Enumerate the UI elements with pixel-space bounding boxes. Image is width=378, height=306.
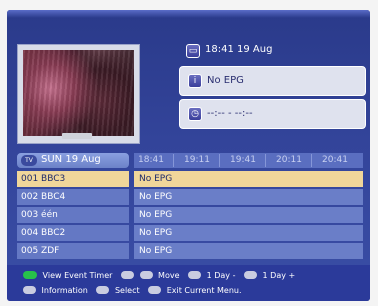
time-slot[interactable]: 19:11	[180, 154, 220, 167]
program-cell[interactable]: No EPG	[134, 189, 363, 205]
channel-row[interactable]: 001 BBC3 No EPG	[17, 171, 363, 187]
channel-row[interactable]: 005 ZDF No EPG	[17, 243, 363, 259]
right-arrow-key-icon	[139, 270, 153, 279]
epg-screen: ▭ 18:41 19 Aug i No EPG ◷ --:-- - --:-- …	[7, 10, 370, 301]
time-slots-bar: 18:41 19:11 19:41 20:11 20:41	[134, 153, 363, 168]
channel-name[interactable]: 004 BBC2	[17, 225, 129, 241]
help-view-event-timer-label: View Event Timer	[42, 271, 113, 280]
guide-date-label: SUN 19 Aug	[41, 154, 101, 165]
channel-name[interactable]: 002 BBC4	[17, 189, 129, 205]
help-view-event-timer[interactable]: View Event Timer	[23, 270, 113, 280]
clock-icon: ◷	[188, 107, 202, 121]
channel-row[interactable]: 002 BBC4 No EPG	[17, 189, 363, 205]
live-video	[23, 50, 134, 136]
program-cell[interactable]: No EPG	[134, 243, 363, 259]
channel-name[interactable]: 003 één	[17, 207, 129, 223]
help-information[interactable]: Information	[23, 285, 88, 295]
help-information-label: Information	[41, 286, 88, 295]
video-preview	[17, 44, 140, 144]
page-down-key-icon	[188, 270, 202, 279]
current-event-title: No EPG	[207, 75, 244, 86]
channel-name[interactable]: 001 BBC3	[17, 171, 129, 187]
time-slot[interactable]: 20:11	[272, 154, 312, 167]
current-event-panel: i No EPG	[179, 66, 366, 96]
help-line-2: Information Select Exit Current Menu.	[23, 285, 248, 295]
next-event-time: --:-- - --:--	[207, 108, 253, 119]
help-move-label: Move	[158, 271, 180, 280]
current-time: 18:41 19 Aug	[205, 44, 273, 55]
channel-name[interactable]: 005 ZDF	[17, 243, 129, 259]
help-exit-label: Exit Current Menu.	[166, 286, 242, 295]
page-up-key-icon	[244, 270, 257, 279]
info-icon: i	[188, 74, 202, 88]
next-event-panel: ◷ --:-- - --:--	[179, 99, 366, 129]
channel-row[interactable]: 004 BBC2 No EPG	[17, 225, 363, 241]
program-cell[interactable]: No EPG	[134, 171, 363, 187]
help-bar: View Event Timer Move 1 Day - 1 Day + In…	[7, 265, 370, 301]
program-cell[interactable]: No EPG	[134, 225, 363, 241]
ok-key-icon	[96, 285, 110, 294]
channel-row[interactable]: 003 één No EPG	[17, 207, 363, 223]
time-slot[interactable]: 18:41	[134, 154, 174, 167]
time-slot[interactable]: 20:41	[318, 154, 358, 167]
tv-badge-icon: TV	[21, 155, 37, 166]
info-key-icon	[23, 285, 36, 294]
time-slot[interactable]: 19:41	[226, 154, 266, 167]
preview-label-bar	[62, 133, 92, 139]
help-day-plus-label: 1 Day +	[262, 271, 296, 280]
program-cell[interactable]: No EPG	[134, 207, 363, 223]
help-line-1: View Event Timer Move 1 Day - 1 Day +	[23, 270, 301, 280]
help-day-plus[interactable]: 1 Day +	[244, 270, 296, 280]
help-select[interactable]: Select	[96, 285, 140, 295]
help-select-label: Select	[114, 286, 140, 295]
tv-icon: ▭	[186, 44, 200, 58]
top-border	[7, 10, 370, 18]
help-day-minus[interactable]: 1 Day -	[188, 270, 236, 280]
help-move[interactable]: Move	[120, 270, 180, 280]
help-exit[interactable]: Exit Current Menu.	[148, 285, 242, 295]
guide-date: TV SUN 19 Aug	[17, 153, 129, 168]
current-time-panel: ▭ 18:41 19 Aug	[186, 38, 366, 64]
exit-key-icon	[148, 285, 162, 294]
help-day-minus-label: 1 Day -	[206, 271, 236, 280]
green-button-icon	[23, 270, 37, 279]
left-arrow-key-icon	[120, 270, 134, 279]
